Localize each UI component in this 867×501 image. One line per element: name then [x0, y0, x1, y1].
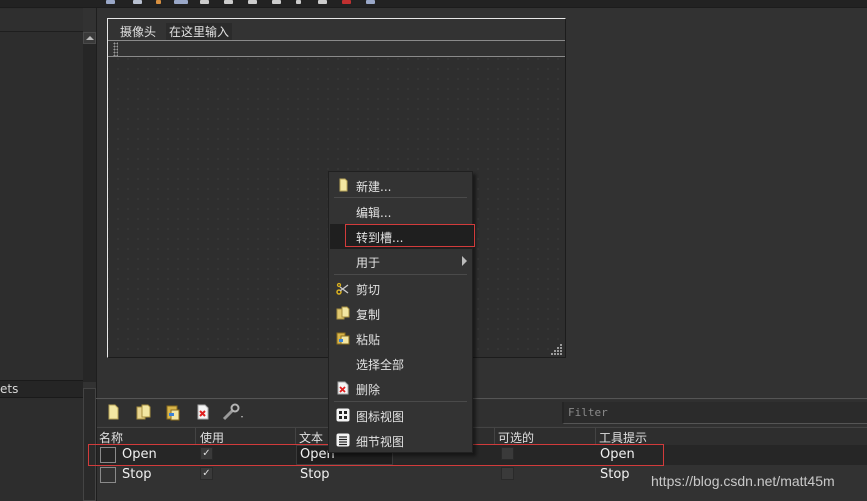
toolbar-icon[interactable]: [133, 0, 142, 4]
menu-item-icon-view[interactable]: 图标视图: [330, 403, 472, 428]
toolbar-icon[interactable]: [224, 0, 233, 4]
checkable-checkbox[interactable]: [501, 447, 514, 460]
new-file-icon: [339, 178, 348, 192]
action-name: Stop: [122, 467, 152, 482]
filter-input[interactable]: Filter: [562, 402, 867, 424]
paste-icon: [336, 332, 350, 345]
action-text: Stop: [300, 467, 330, 482]
delete-action-icon[interactable]: [194, 403, 212, 421]
action-name: Open: [122, 447, 157, 462]
action-icon-placeholder: [100, 467, 116, 483]
left-panel: [0, 8, 83, 501]
toolbar-icon[interactable]: [248, 0, 257, 4]
column-header-name[interactable]: 名称: [99, 429, 123, 446]
delete-icon: [337, 381, 349, 395]
toolbar-icon[interactable]: [200, 0, 209, 4]
left-panel-scrollbar[interactable]: [83, 32, 96, 382]
new-action-icon[interactable]: [104, 403, 122, 421]
form-toolbar: [108, 41, 565, 57]
action-table-header: 名称 使用 文本 快捷键 可选的 工具提示: [97, 427, 867, 445]
column-header-used[interactable]: 使用: [200, 429, 224, 446]
paste-action-icon[interactable]: [164, 403, 182, 421]
left-lower-panel-title: ets: [0, 382, 19, 396]
left-lower-scrollbar[interactable]: [83, 388, 96, 501]
menu-item-copy[interactable]: 复制: [330, 301, 472, 326]
toolbar-icon[interactable]: [156, 0, 161, 4]
used-checkbox[interactable]: ✓: [200, 447, 213, 460]
used-checkbox[interactable]: ✓: [200, 467, 213, 480]
toolbar-icon[interactable]: [342, 0, 351, 4]
action-icon-placeholder: [100, 447, 116, 463]
menu-item-detail-view[interactable]: 细节视图: [330, 428, 472, 453]
toolbar-icon[interactable]: [366, 0, 375, 4]
menu-item-edit[interactable]: 编辑...: [330, 199, 472, 224]
menu-item-delete[interactable]: 删除: [330, 376, 472, 401]
toolbar-icon[interactable]: [318, 0, 327, 4]
icon-view-icon: [336, 408, 350, 422]
action-editor-border: [96, 398, 867, 399]
menu-item-paste[interactable]: 粘贴: [330, 326, 472, 351]
column-header-tooltip[interactable]: 工具提示: [599, 429, 647, 446]
action-tooltip: Stop: [600, 467, 630, 482]
form-menubar: 摄像头 在这里输入: [108, 19, 565, 41]
column-separator[interactable]: [295, 427, 296, 445]
menu-item-use-for[interactable]: 用于: [330, 249, 472, 274]
menu-separator: [334, 197, 467, 198]
wrench-settings-icon[interactable]: [222, 403, 246, 421]
checkable-checkbox[interactable]: [501, 467, 514, 480]
menu-item-select-all[interactable]: 选择全部: [330, 351, 472, 376]
copy-icon: [336, 306, 350, 320]
filter-placeholder: Filter: [568, 406, 608, 419]
column-separator[interactable]: [195, 427, 196, 445]
menu-camera[interactable]: 摄像头: [117, 23, 159, 40]
column-separator[interactable]: [494, 427, 495, 445]
column-header-text[interactable]: 文本: [299, 429, 323, 446]
menu-separator: [334, 401, 467, 402]
context-menu: 新建... 编辑... 转到槽... 用于 剪切 复制 粘贴 选择全部 删除 图…: [328, 171, 473, 453]
toolbar-grip-icon[interactable]: [113, 42, 118, 56]
left-panel-header: [0, 9, 83, 32]
column-header-checkable[interactable]: 可选的: [498, 429, 534, 446]
column-separator[interactable]: [595, 427, 596, 445]
menu-item-go-to-slot[interactable]: 转到槽...: [330, 224, 472, 249]
menu-type-here[interactable]: 在这里输入: [166, 23, 233, 40]
action-tooltip: Open: [600, 447, 635, 462]
menu-item-cut[interactable]: 剪切: [330, 276, 472, 301]
scroll-up-arrow-icon[interactable]: [83, 32, 96, 44]
copy-action-icon[interactable]: [134, 403, 152, 421]
submenu-arrow-icon: [462, 256, 467, 266]
top-toolbar: [0, 0, 867, 8]
menu-separator: [334, 274, 467, 275]
table-row[interactable]: Open ✓ Open Open: [97, 445, 867, 465]
watermark: https://blog.csdn.net/matt45m: [651, 473, 835, 489]
toolbar-icon[interactable]: [296, 0, 301, 4]
toolbar-icon[interactable]: [272, 0, 281, 4]
detail-view-icon: [336, 433, 350, 447]
toolbar-icon[interactable]: [106, 0, 115, 4]
scissors-icon: [336, 282, 349, 295]
toolbar-icon[interactable]: [174, 0, 188, 4]
menu-item-new[interactable]: 新建...: [330, 173, 472, 198]
size-grip-icon[interactable]: [551, 344, 563, 356]
